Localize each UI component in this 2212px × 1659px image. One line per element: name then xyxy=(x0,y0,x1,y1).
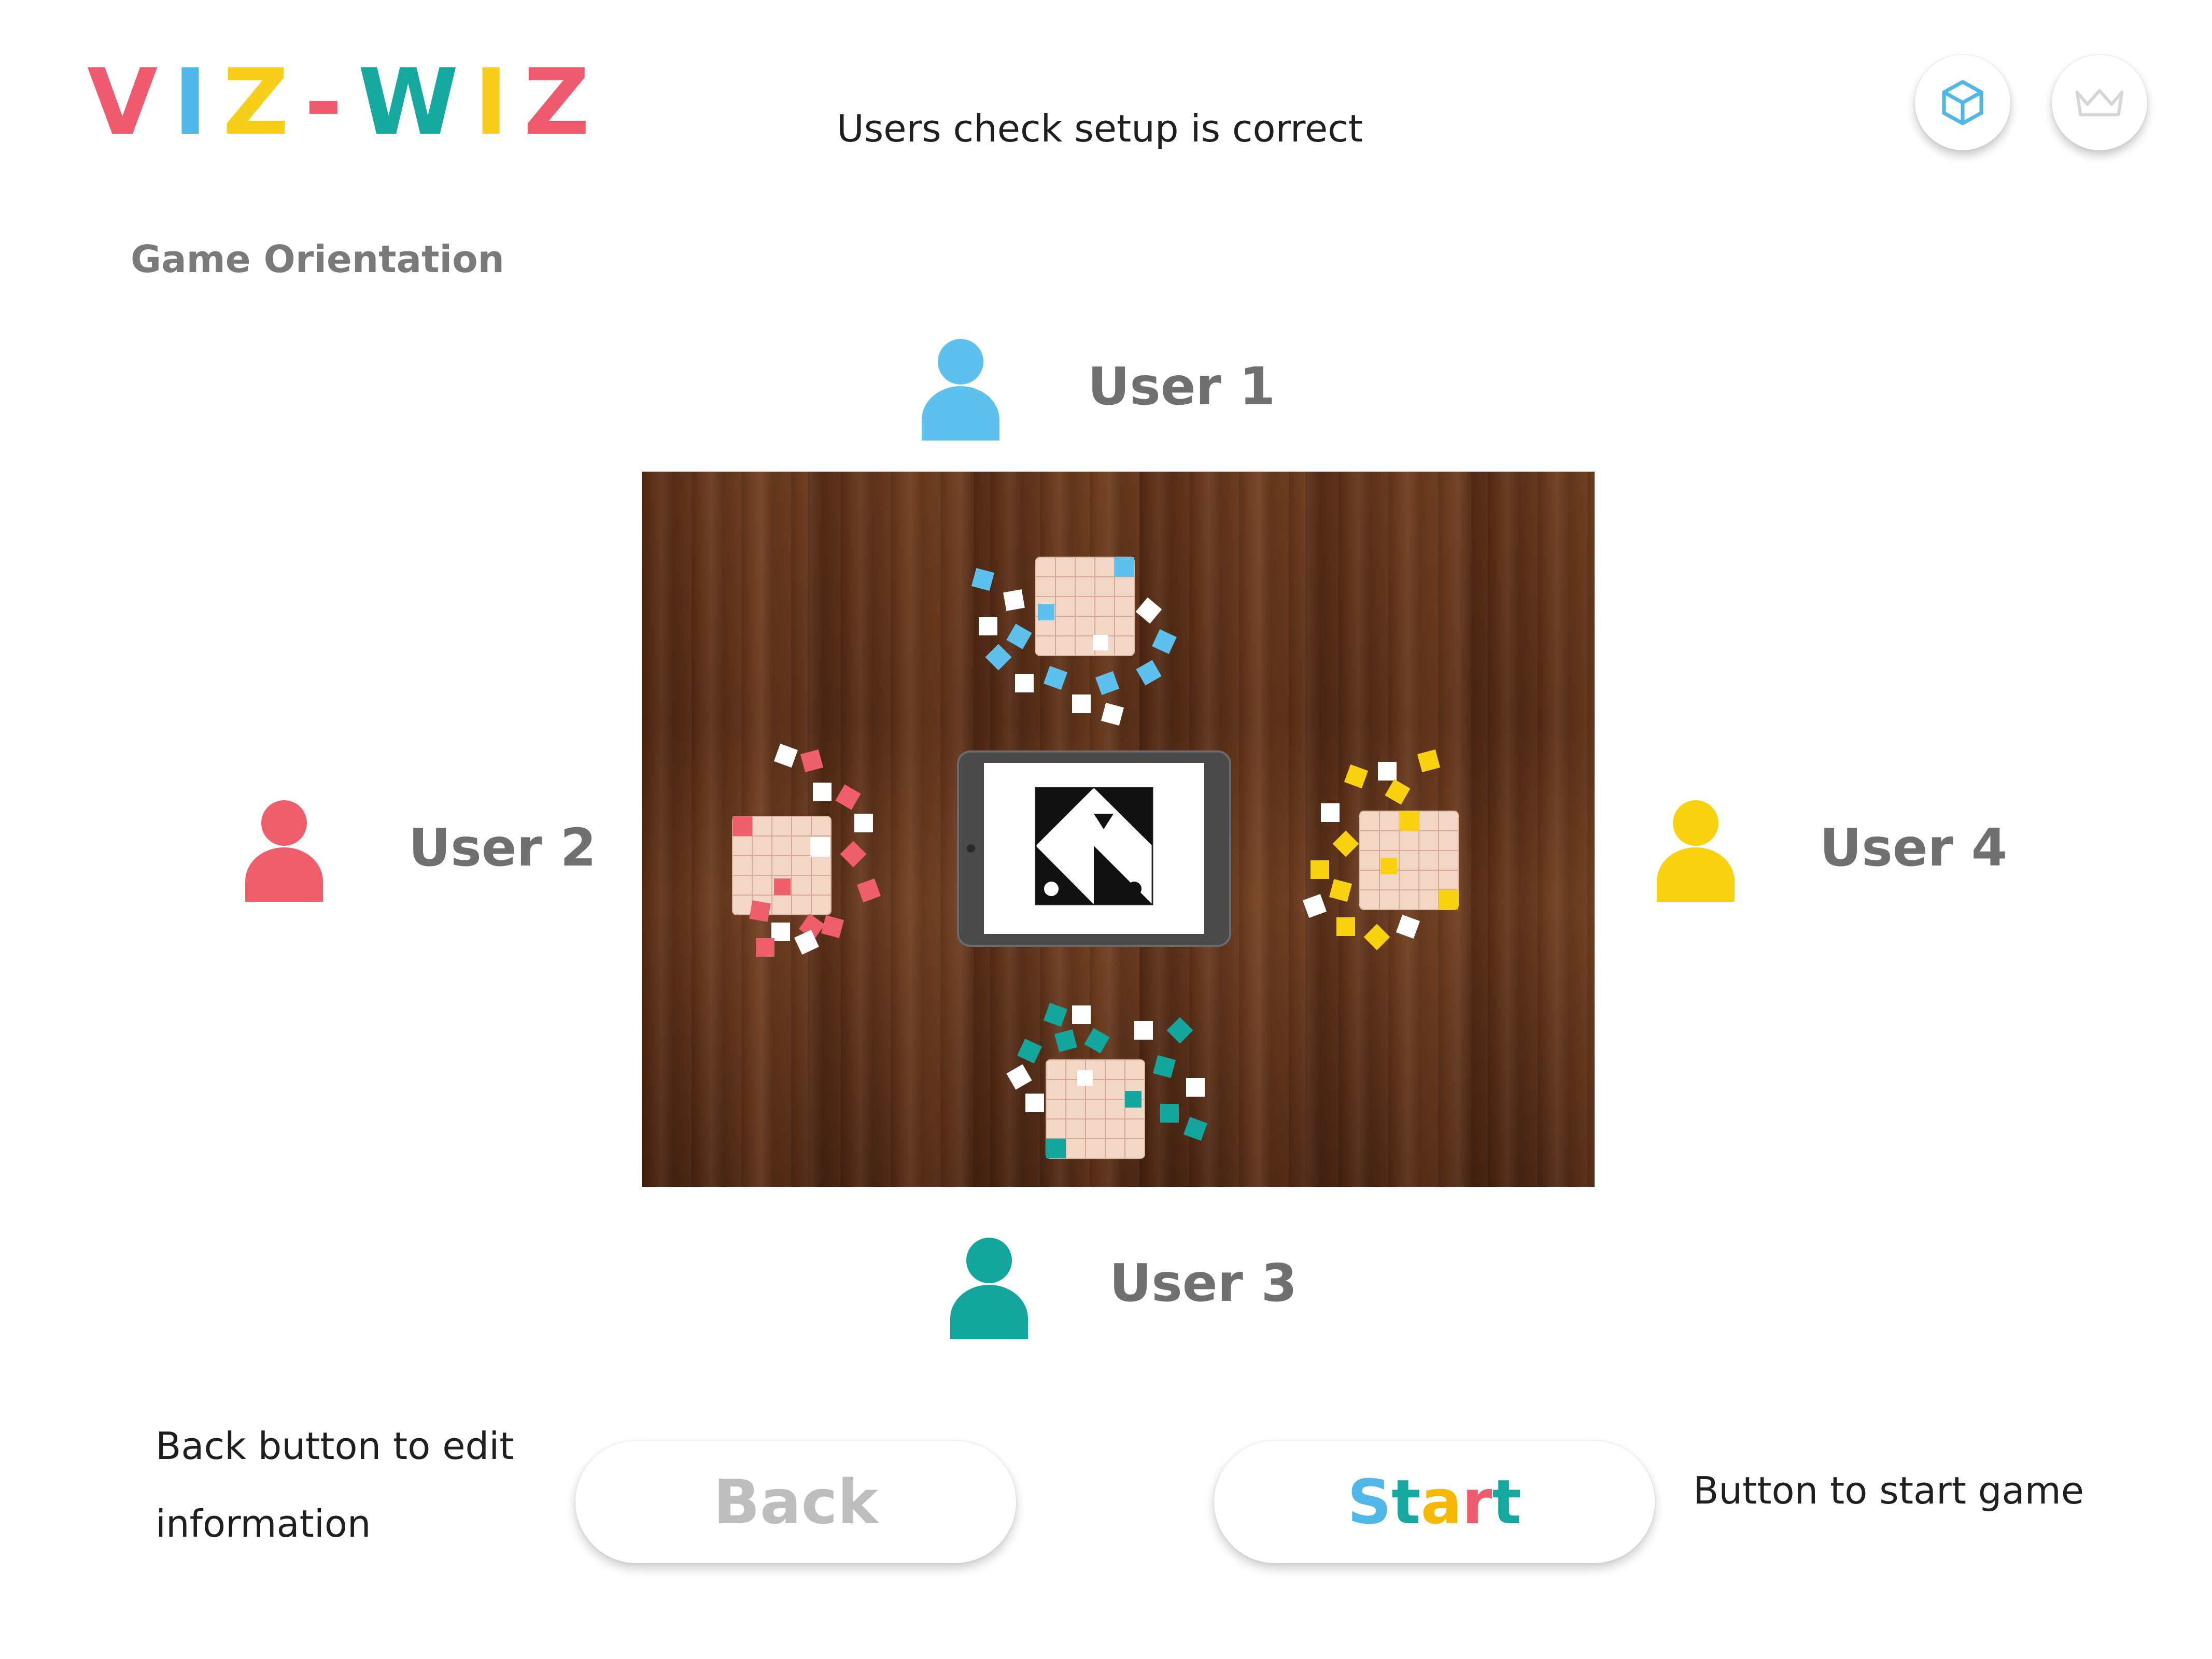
back-annotation-line-1: Back button to edit xyxy=(156,1424,514,1468)
back-annotation-line-2: information xyxy=(156,1502,371,1545)
table-scene xyxy=(732,557,1459,1159)
user-1-icon xyxy=(922,339,999,441)
crown-icon xyxy=(2075,89,2124,117)
user-2-board xyxy=(732,816,832,915)
start-letter: t xyxy=(1391,1466,1421,1538)
section-title: Game Orientation xyxy=(131,237,504,281)
table-setup-image xyxy=(642,472,1595,1187)
start-letter: t xyxy=(1492,1466,1521,1538)
user-3-board xyxy=(1046,1059,1145,1159)
logo-letter: V xyxy=(87,49,174,155)
setup-annotation: Users check setup is correct xyxy=(837,107,1363,150)
logo-letter: I xyxy=(474,49,524,155)
start-button[interactable]: S t a r t xyxy=(1214,1441,1655,1563)
logo-letter: W xyxy=(358,49,474,155)
logo-letter: Z xyxy=(222,49,305,155)
app-logo: V I Z - W I Z xyxy=(87,49,605,155)
cube-button[interactable] xyxy=(1915,55,2010,150)
tablet xyxy=(957,750,1231,947)
user-3-label: User 3 xyxy=(1109,1253,1298,1313)
start-letter: a xyxy=(1420,1466,1462,1538)
logo-letter: Z xyxy=(524,49,605,155)
user-1-label: User 1 xyxy=(1088,356,1276,417)
logo-letter: I xyxy=(173,49,223,155)
start-letter: r xyxy=(1462,1466,1492,1538)
user-4-icon xyxy=(1657,800,1735,902)
cube-icon xyxy=(1942,80,1983,125)
user-3-icon xyxy=(950,1238,1028,1339)
start-annotation: Button to start game xyxy=(1693,1469,2084,1512)
start-letter: S xyxy=(1347,1466,1392,1538)
user-4-label: User 4 xyxy=(1820,817,2008,878)
logo-letter: - xyxy=(304,49,358,155)
crown-button[interactable] xyxy=(2052,55,2147,150)
user-4-board xyxy=(1359,811,1459,910)
user-1-board xyxy=(1035,557,1135,656)
back-button[interactable]: Back xyxy=(575,1441,1016,1563)
user-2-label: User 2 xyxy=(408,817,597,878)
user-2-icon xyxy=(245,800,323,902)
